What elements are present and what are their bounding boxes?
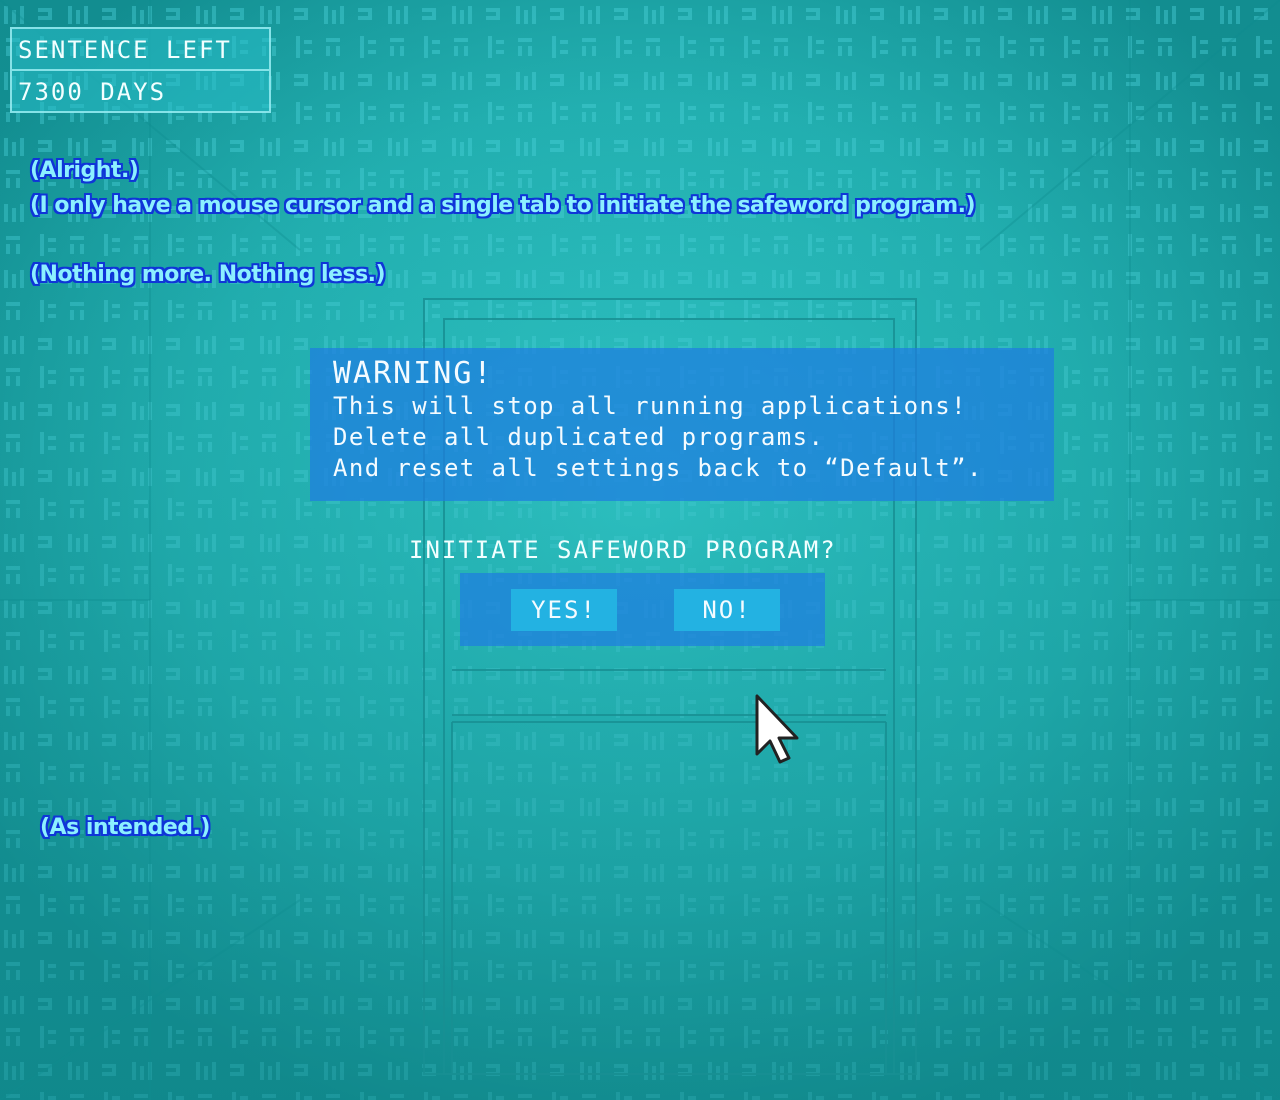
warning-line: And reset all settings back to “Default”… (333, 454, 983, 482)
monologue-line-1: (Alright.) (30, 158, 139, 183)
monologue-line-2: (I only have a mouse cursor and a single… (30, 193, 976, 218)
no-button[interactable]: NO! (674, 589, 780, 631)
confirm-button-panel: YES! NO! (460, 573, 825, 646)
sentence-counter: SENTENCE LEFT 7300 DAYS (10, 27, 271, 113)
sentence-value: 7300 DAYS (18, 78, 167, 106)
monologue-line-4: (As intended.) (40, 815, 210, 840)
sentence-label: SENTENCE LEFT (12, 29, 269, 71)
warning-line: Delete all duplicated programs. (333, 423, 825, 451)
confirm-prompt: INITIATE SAFEWORD PROGRAM? (409, 536, 837, 564)
warning-line: This will stop all running applications! (333, 392, 967, 420)
warning-title: WARNING! (333, 356, 494, 391)
monologue-line-3: (Nothing more. Nothing less.) (30, 262, 386, 287)
warning-dialog: WARNING! This will stop all running appl… (310, 348, 1054, 501)
yes-button[interactable]: YES! (511, 589, 617, 631)
